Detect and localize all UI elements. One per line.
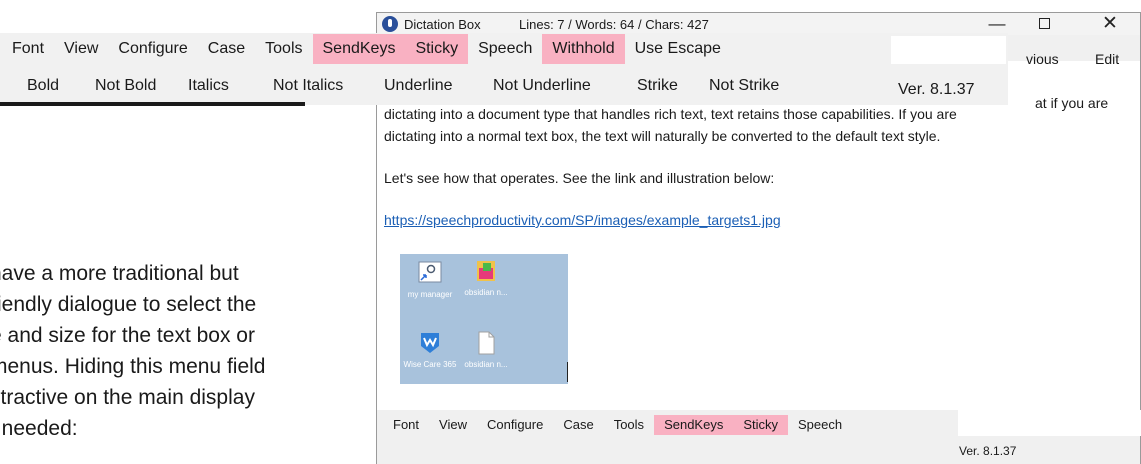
bottom-version-label: Ver. 8.1.37 — [959, 444, 1017, 458]
blank-document-icon — [478, 331, 495, 355]
not-strike-button[interactable]: Not Strike — [709, 77, 779, 95]
edit-menu[interactable]: Edit — [1095, 51, 1119, 67]
paragraph-line: Let's see how that operates. See the lin… — [384, 170, 775, 186]
underline-button[interactable]: Underline — [384, 77, 452, 95]
bottom-menu: Font View Configure Case Tools SendKeys … — [383, 415, 852, 435]
desktop-icon-label: obsidian n... — [464, 360, 508, 369]
menu-use-escape[interactable]: Use Escape — [625, 34, 731, 64]
desktop-shortcut: obsidian n... — [456, 258, 516, 297]
maximize-icon — [1038, 17, 1050, 29]
previous-button[interactable]: vious — [1026, 51, 1059, 67]
paragraph-line: dictating into a document type that hand… — [384, 106, 957, 122]
minimize-button[interactable]: — — [977, 13, 1017, 35]
maximize-button[interactable] — [1024, 13, 1064, 35]
bottom-toolbar: Font View Configure Case Tools SendKeys … — [377, 410, 1141, 464]
toolbar-shadow-bar — [0, 102, 305, 106]
example-targets-link[interactable]: https://speechproductivity.com/SP/images… — [384, 212, 781, 228]
bottom-menu-case[interactable]: Case — [553, 415, 603, 435]
paragraph-line: dictating into a normal text box, the te… — [384, 128, 941, 144]
bg-line: e and size for the text box or — [0, 324, 255, 347]
document-stats: Lines: 7 / Words: 64 / Chars: 427 — [519, 17, 709, 32]
truncated-text-fragment: at if you are — [1033, 95, 1109, 111]
colorful-app-icon — [477, 261, 495, 281]
desktop-shortcut: my manager — [400, 260, 460, 299]
bottom-menu-speech[interactable]: Speech — [788, 415, 852, 435]
bg-line: have a more traditional but — [0, 262, 239, 285]
bottom-input-field[interactable] — [958, 410, 1141, 436]
background-document-text: have a more traditional but riendly dial… — [0, 258, 380, 444]
overlay-menu-row: Font View Configure Case Tools SendKeys … — [0, 33, 1008, 65]
bottom-menu-view[interactable]: View — [429, 415, 477, 435]
menu-sendkeys[interactable]: SendKeys — [312, 34, 406, 64]
menu-font[interactable]: Font — [2, 34, 54, 64]
menu-case[interactable]: Case — [198, 34, 255, 64]
bg-line: t needed: — [0, 417, 78, 440]
menu-speech[interactable]: Speech — [468, 34, 542, 64]
desktop-icon-label: obsidian n... — [464, 288, 508, 297]
bg-line: riendly dialogue to select the — [0, 293, 257, 316]
overlay-input-field[interactable] — [891, 36, 1006, 64]
bottom-menu-sendkeys[interactable]: SendKeys — [654, 415, 734, 435]
not-italics-button[interactable]: Not Italics — [273, 77, 343, 95]
bg-line: menus. Hiding this menu field — [0, 355, 266, 378]
close-button[interactable]: ✕ — [1090, 13, 1130, 35]
strike-button[interactable]: Strike — [637, 77, 678, 95]
not-underline-button[interactable]: Not Underline — [493, 77, 591, 95]
menu-withhold[interactable]: Withhold — [542, 34, 625, 64]
desktop-illustration: my manager obsidian n... Wise Care 365 o… — [400, 254, 568, 384]
desktop-icon-label: Wise Care 365 — [403, 360, 457, 369]
text-content-area[interactable]: dictating into a document type that hand… — [384, 103, 1134, 231]
settings-shortcut-icon — [418, 261, 442, 283]
menu-sticky[interactable]: Sticky — [405, 34, 469, 64]
bold-button[interactable]: Bold — [27, 77, 59, 95]
text-cursor — [567, 362, 568, 382]
bottom-menu-font[interactable]: Font — [383, 415, 429, 435]
menu-tools[interactable]: Tools — [255, 34, 312, 64]
wise-care-icon — [421, 333, 439, 353]
title-bar[interactable]: Dictation Box Lines: 7 / Words: 64 / Cha… — [377, 13, 1140, 35]
not-bold-button[interactable]: Not Bold — [95, 77, 156, 95]
bottom-menu-configure[interactable]: Configure — [477, 415, 553, 435]
menu-view[interactable]: View — [54, 34, 108, 64]
desktop-shortcut: Wise Care 365 — [400, 330, 460, 369]
desktop-icon-label: my manager — [407, 290, 453, 299]
overlay-version-label: Ver. 8.1.37 — [898, 81, 975, 98]
window-title: Dictation Box — [404, 17, 481, 32]
bottom-menu-sticky[interactable]: Sticky — [733, 415, 788, 435]
bottom-menu-tools[interactable]: Tools — [604, 415, 654, 435]
overlay-toolbar: Font View Configure Case Tools SendKeys … — [0, 33, 1008, 105]
menu-configure[interactable]: Configure — [108, 34, 197, 64]
desktop-shortcut: obsidian n... — [456, 330, 516, 369]
format-button-row: Bold Not Bold Italics Not Italics Underl… — [0, 71, 1008, 103]
italics-button[interactable]: Italics — [188, 77, 229, 95]
bg-line: stractive on the main display — [0, 386, 255, 409]
dictation-app-icon — [382, 16, 398, 32]
